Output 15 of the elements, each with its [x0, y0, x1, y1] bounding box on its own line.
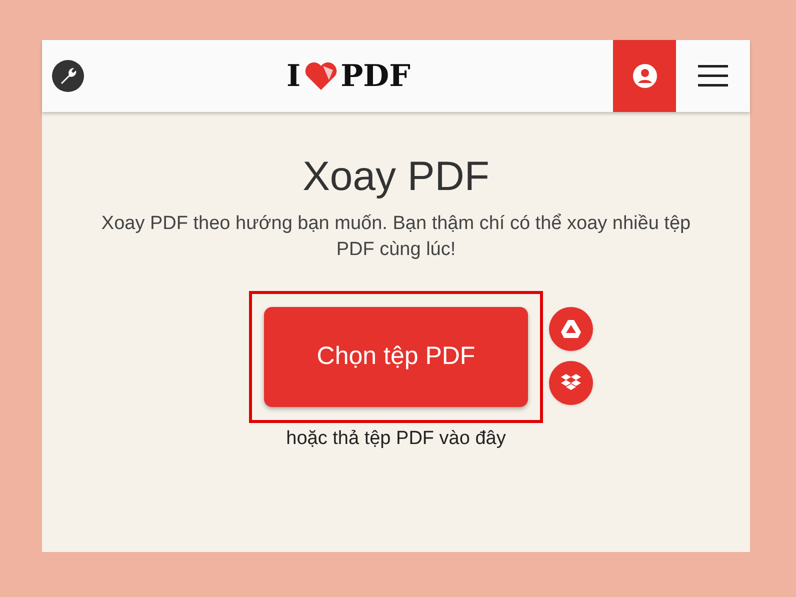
drop-hint: hoặc thả tệp PDF vào đây: [286, 427, 506, 451]
drive-button[interactable]: [549, 307, 593, 351]
dropbox-button[interactable]: [549, 361, 593, 405]
page-title: Xoay PDF: [302, 156, 490, 197]
box-icon: [561, 373, 581, 393]
menu-icon[interactable]: [698, 64, 728, 88]
account-button[interactable]: [613, 40, 676, 112]
description: Xoay PDF theo hướng bạn muốn. Bạn thậm chí có thể xoay nhiều tệp PDF cùng lúc!: [101, 212, 691, 262]
triangle-icon: [561, 320, 581, 338]
logo-text: I: [286, 58, 301, 96]
user-icon: [632, 64, 656, 88]
heart-icon: [302, 60, 339, 92]
logo-text: PDF: [340, 58, 410, 96]
wrench-icon[interactable]: [52, 60, 84, 92]
select-file-button[interactable]: Chọn tệp PDF: [264, 307, 528, 407]
